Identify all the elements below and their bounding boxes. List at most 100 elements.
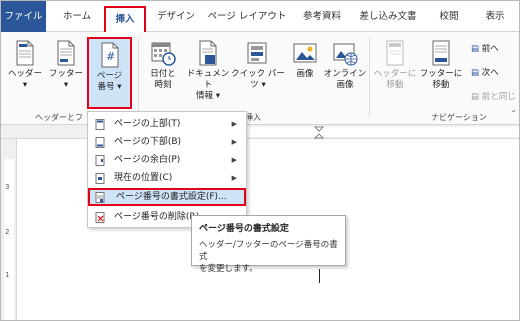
horizontal-ruler[interactable] [1,125,519,139]
footer-button[interactable]: フッター ▾ [48,40,84,91]
page-number-label-line1: ページ [96,71,123,81]
go-to-header-label-line1: ヘッダーに [373,69,417,79]
document-info-icon [199,40,217,66]
date-time-label-line2: 時刻 [154,80,172,90]
submenu-arrow-icon: ▶ [231,138,237,146]
menu-item-current-position[interactable]: 現在の位置(C) ▶ [88,169,246,187]
tooltip-body-line2: を変更します。 [199,264,258,274]
menu-item-top-of-page[interactable]: ページの上部(T) ▶ [88,115,246,133]
submenu-arrow-icon: ▶ [231,120,237,128]
chevron-down-icon: ▾ [63,80,69,90]
remove-page-numbers-icon [95,212,105,223]
ruler-number: 3 [5,183,10,191]
tooltip-title: ページ番号の書式設定 [199,224,289,234]
header-icon [16,40,34,66]
next-label: 次へ [481,68,499,78]
chevron-down-icon: ▾ [213,91,220,101]
page-number-label-line2: 番号 [97,82,115,92]
format-page-numbers-icon [95,192,105,203]
previous-label: 前へ [481,44,499,54]
go-to-footer-button[interactable]: フッターに 移動 [419,40,463,91]
document-info-button[interactable]: ドキュメント 情報 ▾ [185,40,231,102]
menu-item-label: ページの余白(P) [114,155,181,165]
menu-item-label: ページの下部(B) [114,137,182,147]
previous-icon: ▤ [471,44,480,54]
previous-button[interactable]: ▤ 前へ [471,42,499,54]
collapse-ribbon-icon[interactable]: ⌃ [510,109,517,118]
ribbon-tab-bar: ファイル ホーム 挿入 デザイン ページ レイアウト 参考資料 差し込み文書 校… [1,1,519,33]
ribbon: ヘッダー ▾ フッター ▾ # ページ 番号 ▾ 日付と 時刻 ドキュメント 情… [1,32,519,125]
go-to-footer-label-line2: 移動 [432,80,450,90]
link-to-previous-label: 前と同じ [481,92,516,102]
bottom-of-page-icon [95,137,105,148]
footer-icon [57,40,75,66]
online-pictures-label-line2: 画像 [336,80,354,90]
document-info-label-line1: ドキュメント [186,69,230,90]
ribbon-separator [369,38,370,116]
ruler-number: 2 [5,228,10,236]
menu-item-page-margins[interactable]: ページの余白(P) ▶ [88,151,246,169]
picture-label: 画像 [296,69,314,79]
tab-home[interactable]: ホーム [57,1,97,32]
next-icon: ▤ [471,68,480,78]
quick-parts-icon [247,42,267,64]
link-icon: ▤ [471,92,480,102]
menu-item-format-page-numbers[interactable]: ページ番号の書式設定(F)... [88,188,246,206]
link-to-previous-button[interactable]: ▤ 前と同じ [471,90,516,102]
submenu-arrow-icon: ▶ [231,174,237,182]
ribbon-separator [138,38,139,116]
page-margins-icon [95,155,105,166]
go-to-footer-icon [432,40,450,66]
next-button[interactable]: ▤ 次へ [471,66,499,78]
menu-item-label: ページの上部(T) [114,119,181,129]
chevron-down-icon: ▾ [22,80,28,90]
document-info-label-line2: 情報 [196,91,214,101]
word-window: ファイル ホーム 挿入 デザイン ページ レイアウト 参考資料 差し込み文書 校… [0,0,520,321]
submenu-arrow-icon: ▶ [231,156,237,164]
calendar-icon [151,42,176,66]
group-label-insert: 挿入 [245,113,261,122]
go-to-header-button[interactable]: ヘッダーに 移動 [373,40,417,91]
header-label: ヘッダー [7,69,42,79]
tab-view[interactable]: 表示 [477,1,513,32]
date-time-label-line1: 日付と [150,69,176,79]
page-number-icon: # [101,42,118,68]
header-button[interactable]: ヘッダー ▾ [7,40,43,91]
date-time-button[interactable]: 日付と 時刻 [143,40,183,91]
menu-item-label: ページ番号の書式設定(F)... [116,192,227,202]
go-to-footer-label-line1: フッターに [419,69,463,79]
picture-button[interactable]: 画像 [289,40,321,80]
go-to-header-icon [386,40,404,66]
tab-mailings[interactable]: 差し込み文書 [355,1,421,32]
indent-marker-icon[interactable] [314,126,324,139]
ruler-text-area [221,127,519,137]
ruler-number: 1 [5,271,10,279]
chevron-down-icon: ▾ [258,80,266,90]
vertical-ruler[interactable]: 3 2 1 [1,139,17,320]
page-number-button-content[interactable]: # ページ 番号 ▾ [87,42,132,93]
online-pictures-button[interactable]: オンライン 画像 [323,40,367,91]
tab-insert[interactable]: 挿入 [104,6,146,33]
go-to-header-label-line2: 移動 [386,80,404,90]
quick-parts-button[interactable]: クイック パーツ ▾ [231,40,285,91]
chevron-down-icon: ▾ [114,82,122,92]
top-of-page-icon [95,119,105,130]
tab-review[interactable]: 校閲 [433,1,465,32]
menu-item-bottom-of-page[interactable]: ページの下部(B) ▶ [88,133,246,151]
tab-design[interactable]: デザイン [153,1,199,32]
online-pictures-label-line1: オンライン [323,69,367,79]
menu-item-label: ページ番号の削除(R) [114,212,200,222]
tooltip-body-line1: ヘッダー/フッターのページ番号の書式 [199,240,338,262]
menu-item-label: 現在の位置(C) [114,173,173,183]
online-picture-icon [333,43,358,66]
page-number-menu: ページの上部(T) ▶ ページの下部(B) ▶ ページの余白(P) ▶ 現在の位… [87,111,247,228]
tab-references[interactable]: 参考資料 [297,1,347,32]
svg-text:#: # [106,50,115,63]
current-position-icon [95,173,105,184]
tab-file[interactable]: ファイル [1,1,46,32]
tab-page-layout[interactable]: ページ レイアウト [205,1,289,32]
group-label-navigation: ナビゲーション [431,113,487,122]
tooltip: ページ番号の書式設定 ヘッダー/フッターのページ番号の書式 を変更します。 [191,215,346,274]
group-label-header-footer: ヘッダーとフ [35,113,83,122]
picture-icon [293,43,317,63]
